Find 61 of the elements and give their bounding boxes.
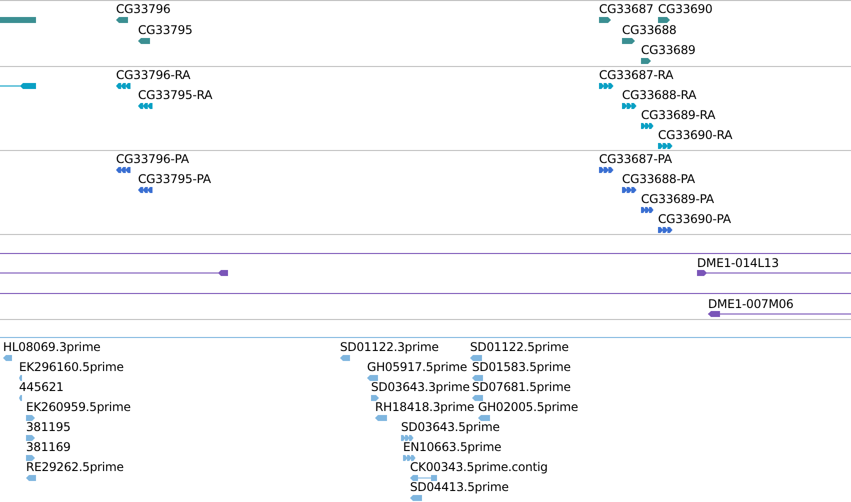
feature-label: 381195 bbox=[26, 420, 71, 434]
feature-label: CG33687 bbox=[599, 2, 654, 16]
feature-label: CG33690-RA bbox=[658, 128, 732, 142]
feature-label: GH05917.5prime bbox=[367, 360, 468, 374]
feature-glyph[interactable] bbox=[641, 123, 653, 129]
feature-label: CG33795-PA bbox=[138, 172, 211, 186]
feature-label: CG33689-RA bbox=[641, 108, 716, 122]
feature-label: CG33689 bbox=[641, 43, 696, 57]
feature-label: EK260959.5prime bbox=[26, 400, 131, 414]
feature-label: SD01122.3prime bbox=[340, 340, 439, 354]
feature-glyph[interactable] bbox=[641, 207, 653, 213]
feature-label: CG33688 bbox=[622, 22, 676, 36]
feature-glyph[interactable] bbox=[116, 83, 130, 89]
feature-label: CG33796 bbox=[116, 2, 170, 16]
feature-label: CG33687-RA bbox=[599, 68, 674, 82]
feature-glyph[interactable] bbox=[138, 187, 152, 193]
feature-label: HL08069.3prime bbox=[3, 340, 100, 354]
feature-label: RH18418.3prime bbox=[375, 400, 474, 414]
feature-glyph[interactable] bbox=[0, 83, 36, 89]
feature-glyph[interactable] bbox=[658, 143, 672, 149]
feature-label: 445621 bbox=[19, 380, 64, 394]
feature-glyph[interactable] bbox=[599, 17, 611, 23]
feature-glyph[interactable] bbox=[641, 58, 651, 64]
feature-glyph[interactable] bbox=[622, 103, 636, 109]
feature-label: SD04413.5prime bbox=[410, 480, 509, 494]
feature-label: DME1-014L13 bbox=[697, 256, 779, 270]
feature-glyph[interactable] bbox=[622, 38, 635, 44]
feature-label: CK00343.5prime.contig bbox=[410, 460, 548, 474]
feature-glyph[interactable] bbox=[116, 17, 128, 23]
feature-glyph[interactable] bbox=[622, 187, 636, 193]
feature-label: SD01583.5prime bbox=[472, 360, 571, 374]
feature-label: 381169 bbox=[26, 440, 71, 454]
feature-glyph[interactable] bbox=[658, 17, 670, 23]
feature-glyph[interactable] bbox=[0, 270, 228, 276]
feature-glyph[interactable] bbox=[697, 270, 851, 276]
feature-label: SD01122.5prime bbox=[470, 340, 569, 354]
feature-glyph[interactable] bbox=[599, 167, 613, 173]
feature-glyph[interactable] bbox=[116, 167, 130, 173]
feature-label: DME1-007M06 bbox=[708, 297, 794, 311]
feature-glyph[interactable] bbox=[708, 311, 851, 317]
feature-label: GH02005.5prime bbox=[478, 400, 578, 414]
feature-label: CG33690 bbox=[658, 2, 712, 16]
feature-label: CG33690-PA bbox=[658, 212, 731, 226]
feature-label: CG33795 bbox=[138, 22, 192, 36]
feature-label: SD03643.3prime bbox=[371, 380, 470, 394]
feature-label: RE29262.5prime bbox=[26, 460, 124, 474]
feature-glyph[interactable] bbox=[599, 83, 613, 89]
feature-glyph[interactable] bbox=[138, 38, 150, 44]
feature-label: CG33796-PA bbox=[116, 152, 189, 166]
feature-label: EN10663.5prime bbox=[403, 440, 502, 454]
feature-label: EK296160.5prime bbox=[19, 360, 124, 374]
feature-label: CG33688-RA bbox=[622, 88, 696, 102]
feature-label: CG33689-PA bbox=[641, 192, 714, 206]
feature-label: CG33688-PA bbox=[622, 172, 695, 186]
feature-glyph[interactable] bbox=[658, 227, 672, 233]
feature-label: SD07681.5prime bbox=[472, 380, 571, 394]
feature-glyph[interactable] bbox=[138, 103, 152, 109]
feature-label: CG33796-RA bbox=[116, 68, 190, 82]
feature-label: SD03643.5prime bbox=[401, 420, 500, 434]
feature-label: CG33795-RA bbox=[138, 88, 212, 102]
feature-label: CG33687-PA bbox=[599, 152, 672, 166]
